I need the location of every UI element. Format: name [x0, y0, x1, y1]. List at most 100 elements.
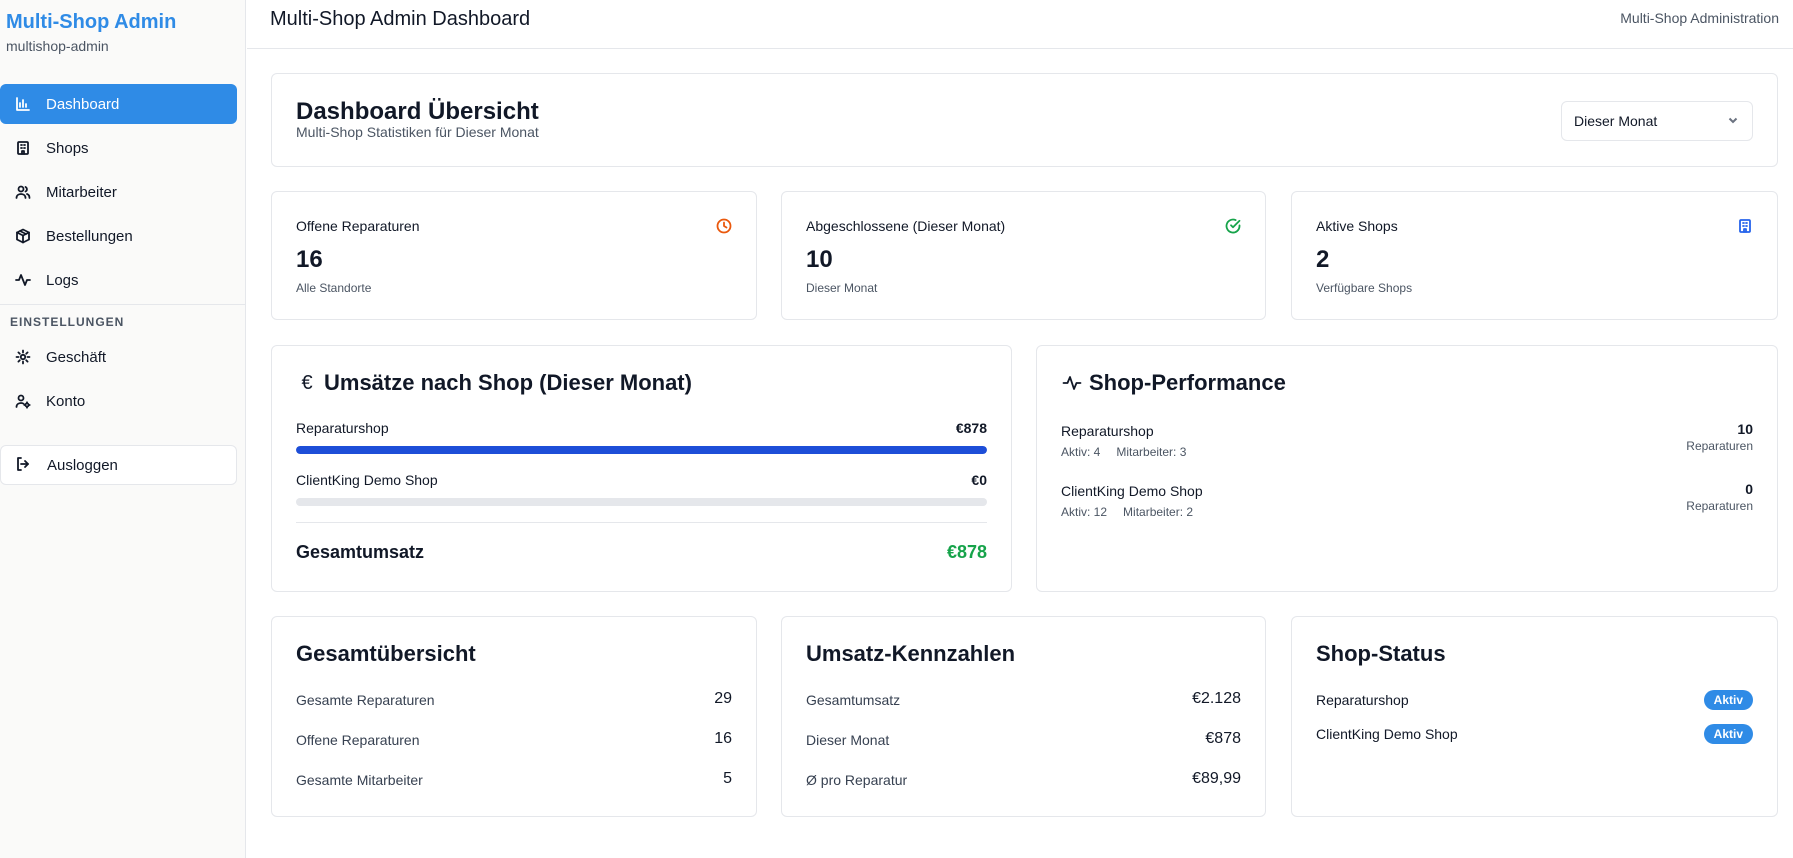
- revenue-shop-amount: €878: [955, 420, 987, 436]
- totals-row-label: Offene Reparaturen: [296, 732, 420, 748]
- sidebar-item-geschaeft[interactable]: Geschäft: [0, 337, 237, 377]
- revenue-kpi-card: Umsatz-Kennzahlen Gesamtumsatz €2.128 Di…: [781, 616, 1266, 817]
- stat-label: Abgeschlossene (Dieser Monat): [806, 218, 1006, 234]
- sidebar-item-bestellungen[interactable]: Bestellungen: [0, 216, 237, 256]
- kpi-row-label: Gesamtumsatz: [806, 692, 901, 708]
- stat-value: 2: [1316, 246, 1330, 273]
- brand-subtitle: multishop-admin: [6, 38, 109, 54]
- revenue-by-shop-card: € Umsätze nach Shop (Dieser Monat) Repar…: [271, 345, 1012, 592]
- sidebar-item-shops[interactable]: Shops: [0, 128, 237, 168]
- performance-title: Shop-Performance: [1061, 370, 1286, 396]
- sidebar-item-dashboard[interactable]: Dashboard: [0, 84, 237, 124]
- performance-repair-unit: Reparaturen: [1686, 439, 1753, 453]
- period-select-value: Dieser Monat: [1574, 113, 1658, 129]
- revenue-total-value: €878: [946, 542, 987, 562]
- totals-row: Offene Reparaturen 16: [296, 730, 732, 754]
- performance-repair-count: 10: [1737, 421, 1753, 437]
- revenue-shop-name: Reparaturshop: [296, 420, 389, 436]
- kpi-row: Gesamtumsatz €2.128: [806, 690, 1241, 714]
- check-circle-icon: [1225, 218, 1241, 234]
- performance-active-count: Aktiv: 4: [1061, 445, 1101, 459]
- performance-staff-count: Mitarbeiter: 2: [1123, 505, 1194, 519]
- revenue-divider: [296, 522, 987, 523]
- logout-button[interactable]: Ausloggen: [0, 445, 237, 485]
- performance-row: Reparaturshop Aktiv: 4 Mitarbeiter: 3 10 …: [1061, 421, 1753, 467]
- sidebar-item-konto[interactable]: Konto: [0, 381, 237, 421]
- totals-row: Gesamte Reparaturen 29: [296, 690, 732, 714]
- shop-performance-card: Shop-Performance Reparaturshop Aktiv: 4 M…: [1036, 345, 1778, 592]
- overview-card: Dashboard Übersicht Multi-Shop Statistik…: [271, 73, 1778, 167]
- user-cog-icon: [14, 392, 32, 410]
- revenue-progress-fill: [296, 446, 987, 454]
- brand: Multi-Shop Admin multishop-admin: [0, 0, 245, 72]
- sidebar-item-label: Geschäft: [46, 348, 107, 366]
- logout-icon: [15, 456, 33, 474]
- chevron-down-icon: [1726, 113, 1740, 130]
- kpi-title: Umsatz-Kennzahlen: [806, 641, 1016, 666]
- period-select[interactable]: Dieser Monat: [1561, 101, 1753, 141]
- stat-card-completed: Abgeschlossene (Dieser Monat) 10 Dieser …: [781, 191, 1266, 320]
- euro-icon: €: [301, 371, 313, 394]
- stat-label: Offene Reparaturen: [296, 218, 420, 234]
- revenue-progress-track: [296, 446, 987, 454]
- overview-subtitle: Multi-Shop Statistiken für Dieser Monat: [296, 124, 539, 140]
- kpi-row-value: €89,99: [1192, 770, 1241, 787]
- kpi-row: Dieser Monat €878: [806, 730, 1241, 754]
- performance-shop-meta: Aktiv: 4 Mitarbeiter: 3: [1061, 445, 1202, 459]
- shop-status-row: Reparaturshop Aktiv: [1316, 690, 1753, 712]
- performance-title-text: Shop-Performance: [1089, 370, 1286, 395]
- totals-card: Gesamtübersicht Gesamte Reparaturen 29 O…: [271, 616, 757, 817]
- performance-repair-count: 0: [1745, 481, 1753, 497]
- stat-note: Alle Standorte: [296, 281, 372, 295]
- kpi-row-label: Dieser Monat: [806, 732, 890, 748]
- performance-staff-count: Mitarbeiter: 3: [1116, 445, 1187, 459]
- totals-title: Gesamtübersicht: [296, 641, 476, 666]
- stat-card-open-repairs: Offene Reparaturen 16 Alle Standorte: [271, 191, 757, 320]
- sidebar-item-label: Mitarbeiter: [46, 183, 117, 201]
- performance-shop-name: Reparaturshop: [1061, 423, 1154, 439]
- stat-note: Dieser Monat: [806, 281, 878, 295]
- revenue-shop-amount: €0: [971, 472, 987, 488]
- shop-status-title: Shop-Status: [1316, 641, 1446, 666]
- stat-value: 10: [806, 246, 833, 273]
- brand-title[interactable]: Multi-Shop Admin: [6, 10, 239, 34]
- performance-row: ClientKing Demo Shop Aktiv: 12 Mitarbeite…: [1061, 481, 1753, 527]
- status-badge: Aktiv: [1703, 724, 1753, 744]
- package-icon: [14, 227, 32, 245]
- totals-row: Gesamte Mitarbeiter 5: [296, 770, 732, 794]
- page-title: Multi-Shop Admin Dashboard: [270, 8, 531, 30]
- sidebar: Multi-Shop Admin multishop-admin Dashboa…: [0, 0, 246, 858]
- sidebar-item-mitarbeiter[interactable]: Mitarbeiter: [0, 172, 237, 212]
- totals-row-value: 29: [714, 690, 732, 707]
- kpi-row-value: €2.128: [1192, 690, 1241, 707]
- revenue-title: € Umsätze nach Shop (Dieser Monat): [296, 370, 692, 396]
- logout-label: Ausloggen: [47, 456, 118, 474]
- performance-repair-unit: Reparaturen: [1686, 499, 1753, 513]
- settings-section-label: EINSTELLUNGEN: [10, 315, 125, 329]
- activity-icon: [14, 271, 32, 289]
- main-nav: Dashboard Shops Mitarbeiter Bestellungen…: [0, 84, 245, 421]
- sidebar-item-label: Dashboard: [46, 95, 120, 113]
- gear-icon: [14, 348, 32, 366]
- overview-title: Dashboard Übersicht: [296, 98, 539, 125]
- clock-icon: [716, 218, 732, 234]
- totals-row-value: 5: [723, 770, 732, 787]
- bar-chart-icon: [14, 95, 32, 113]
- building-icon: [14, 139, 32, 157]
- revenue-total-label: Gesamtumsatz: [296, 542, 425, 562]
- performance-shop-meta: Aktiv: 12 Mitarbeiter: 2: [1061, 505, 1209, 519]
- shop-status-name: ClientKing Demo Shop: [1316, 726, 1458, 742]
- status-badge: Aktiv: [1703, 690, 1753, 710]
- sidebar-item-label: Bestellungen: [46, 227, 133, 245]
- totals-row-label: Gesamte Mitarbeiter: [296, 772, 423, 788]
- revenue-progress-track: [296, 498, 987, 506]
- users-icon: [14, 183, 32, 201]
- totals-row-label: Gesamte Reparaturen: [296, 692, 435, 708]
- header-context-label: Multi-Shop Administration: [1620, 10, 1779, 26]
- building-icon: [1737, 218, 1753, 234]
- activity-icon: [1061, 372, 1083, 394]
- sidebar-item-logs[interactable]: Logs: [0, 260, 237, 300]
- kpi-row: Ø pro Reparatur €89,99: [806, 770, 1241, 794]
- shop-status-name: Reparaturshop: [1316, 692, 1409, 708]
- revenue-title-text: Umsätze nach Shop (Dieser Monat): [324, 370, 692, 395]
